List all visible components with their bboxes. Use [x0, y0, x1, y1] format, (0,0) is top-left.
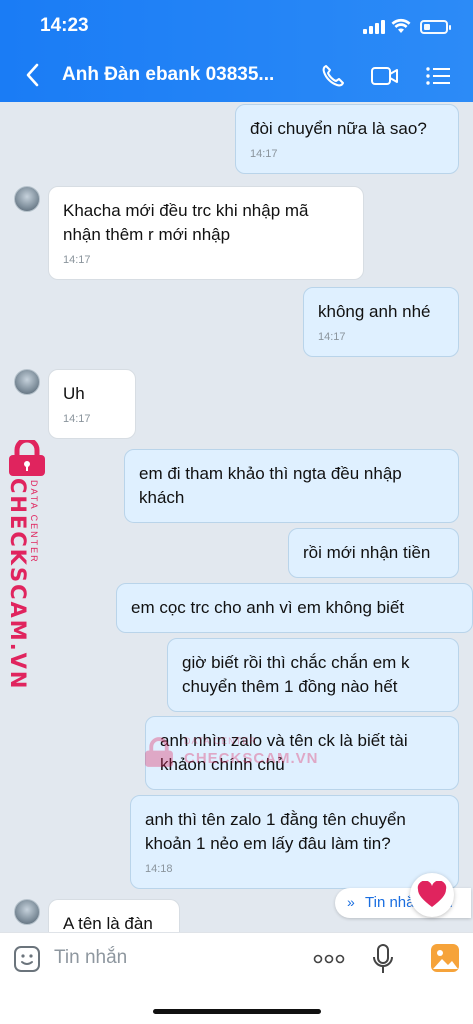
watermark-center: DATA CENTER CHECKSCAM.VN: [142, 734, 342, 778]
gallery-image-icon[interactable]: [430, 943, 460, 973]
battery-icon: [420, 20, 451, 34]
phone-icon[interactable]: [318, 62, 348, 90]
message-text: Uh: [63, 384, 85, 403]
status-time: 14:23: [40, 15, 89, 36]
sticker-icon[interactable]: [13, 945, 41, 973]
avatar[interactable]: [14, 369, 40, 395]
message-time: 14:17: [250, 148, 278, 160]
message-text: em đi tham khảo thì ngta đều nhập khách: [139, 464, 402, 507]
message-bubble-outgoing[interactable]: đòi chuyển nữa là sao? 14:17: [235, 104, 459, 174]
cellular-signal-icon: [363, 20, 385, 34]
watermark-brand: CHECKSCAM.VN: [184, 750, 319, 767]
message-time: 14:17: [63, 254, 91, 266]
microphone-icon[interactable]: [372, 943, 394, 975]
message-bubble-incoming[interactable]: Khacha mới đều trc khi nhập mã nhận thêm…: [48, 186, 364, 280]
message-text: rồi mới nhận tiền: [303, 543, 431, 562]
nav-bar: Anh Đàn ebank 03835...: [0, 60, 473, 92]
status-bar: 14:23: [0, 14, 473, 40]
message-time: 14:18: [145, 863, 173, 875]
message-text: Khacha mới đều trc khi nhập mã nhận thêm…: [63, 201, 309, 244]
message-text: không anh nhé: [318, 302, 431, 321]
message-time: 14:17: [63, 413, 91, 425]
message-bubble-outgoing[interactable]: em cọc trc cho anh vì em không biết: [116, 583, 473, 633]
chat-header: 14:23 Anh Đàn ebank 03835...: [0, 0, 473, 102]
video-icon[interactable]: [370, 62, 400, 90]
message-bubble-outgoing[interactable]: anh thì tên zalo 1 đằng tên chuyển khoản…: [130, 795, 459, 889]
message-bubble-incoming[interactable]: A tên là đàn: [48, 899, 180, 933]
message-bubble-outgoing[interactable]: không anh nhé 14:17: [303, 287, 459, 357]
reaction-heart-button[interactable]: [410, 873, 454, 917]
watermark-subtitle: DATA CENTER: [184, 736, 257, 746]
message-bubble-outgoing[interactable]: giờ biết rồi thì chắc chắn em k chuyển t…: [167, 638, 459, 712]
back-chevron-left-icon[interactable]: [22, 62, 46, 88]
message-bubble-incoming[interactable]: Uh 14:17: [48, 369, 136, 439]
more-dots-icon[interactable]: [313, 953, 345, 965]
wifi-icon: [391, 18, 411, 33]
watermark-brand: CHECKSCAM.VN: [6, 478, 30, 691]
avatar[interactable]: [14, 186, 40, 212]
message-text: giờ biết rồi thì chắc chắn em k chuyển t…: [182, 653, 410, 696]
watermark-lock-icon: [9, 440, 45, 476]
message-bubble-outgoing[interactable]: em đi tham khảo thì ngta đều nhập khách: [124, 449, 459, 523]
message-text: đòi chuyển nữa là sao?: [250, 119, 427, 138]
menu-list-icon[interactable]: [424, 62, 454, 90]
message-bubble-outgoing[interactable]: rồi mới nhận tiền: [288, 528, 459, 578]
watermark-subtitle: DATA CENTER: [29, 480, 39, 564]
message-input[interactable]: Tin nhắn: [54, 947, 127, 969]
message-text: em cọc trc cho anh vì em không biết: [131, 598, 405, 617]
message-text: anh thì tên zalo 1 đằng tên chuyển khoản…: [145, 810, 406, 853]
double-chevron-down-icon: »: [347, 894, 355, 910]
avatar[interactable]: [14, 899, 40, 925]
heart-icon: [417, 881, 447, 907]
chat-title[interactable]: Anh Đàn ebank 03835...: [62, 64, 298, 86]
watermark-lock-icon: [145, 737, 173, 767]
message-text: A tên là đàn: [63, 914, 153, 933]
home-indicator: [153, 1009, 321, 1014]
message-time: 14:17: [318, 331, 346, 343]
